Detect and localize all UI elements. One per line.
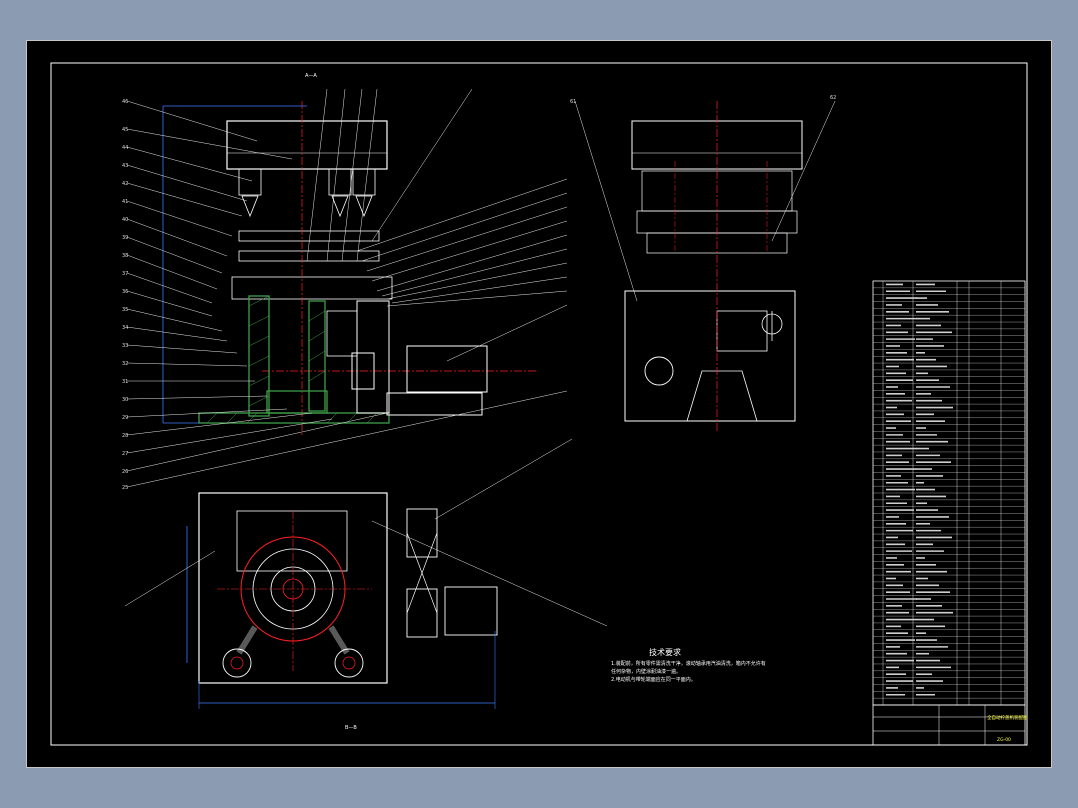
svg-text:46: 46 bbox=[122, 99, 128, 105]
svg-text:62: 62 bbox=[830, 95, 836, 101]
svg-text:39: 39 bbox=[122, 235, 128, 241]
svg-text:41: 41 bbox=[122, 199, 128, 205]
cad-drawing: A—A 464544 434241 403938 373635 343332 3… bbox=[50, 62, 1028, 746]
svg-text:34: 34 bbox=[122, 325, 128, 331]
top-section-view: B—B bbox=[124, 438, 608, 731]
title-block: 全自动拧盖机装配图 ZG-00 bbox=[872, 704, 1028, 746]
svg-text:26: 26 bbox=[122, 469, 128, 475]
svg-text:27: 27 bbox=[122, 451, 128, 457]
svg-text:44: 44 bbox=[122, 145, 128, 151]
svg-text:32: 32 bbox=[122, 361, 128, 367]
svg-text:61: 61 bbox=[570, 99, 576, 105]
tech-req-line-2: 任何杂物，内壁涂耐油漆一遍。 bbox=[611, 668, 681, 675]
drawing-name: 全自动拧盖机装配图 bbox=[987, 714, 1028, 721]
side-view: 61 62 bbox=[570, 95, 836, 431]
svg-text:28: 28 bbox=[122, 433, 128, 439]
tech-req-line-1: 1.装配前，所有零件需清洗干净，滚动轴承用汽油清洗，箱内不允许有 bbox=[611, 660, 766, 667]
section-a-label: A—A bbox=[305, 73, 317, 79]
parts-list-table bbox=[872, 280, 1026, 706]
front-section-view: A—A 464544 434241 403938 373635 343332 3… bbox=[122, 73, 568, 491]
svg-text:30: 30 bbox=[122, 397, 128, 403]
tech-req-line-3: 2.电动机与带轮端面应在同一平面内。 bbox=[611, 676, 696, 683]
technical-requirements: 技术要求 1.装配前，所有零件需清洗干净，滚动轴承用汽油清洗，箱内不允许有 任何… bbox=[611, 647, 766, 683]
section-b-label: B—B bbox=[345, 725, 357, 731]
svg-text:29: 29 bbox=[122, 415, 128, 421]
svg-text:42: 42 bbox=[122, 181, 128, 187]
svg-text:38: 38 bbox=[122, 253, 128, 259]
tech-req-title: 技术要求 bbox=[649, 647, 681, 657]
svg-text:37: 37 bbox=[122, 271, 128, 277]
svg-text:31: 31 bbox=[122, 379, 128, 385]
svg-text:33: 33 bbox=[122, 343, 128, 349]
drawing-sheet: A—A 46 45 44 43 42 41 40 39 38 37 36 35 … bbox=[26, 40, 1052, 768]
svg-text:36: 36 bbox=[122, 289, 128, 295]
drawing-number: ZG-00 bbox=[997, 737, 1011, 743]
svg-text:25: 25 bbox=[122, 485, 128, 491]
svg-text:40: 40 bbox=[122, 217, 128, 223]
svg-text:45: 45 bbox=[122, 127, 128, 133]
svg-text:35: 35 bbox=[122, 307, 128, 313]
svg-text:43: 43 bbox=[122, 163, 128, 169]
